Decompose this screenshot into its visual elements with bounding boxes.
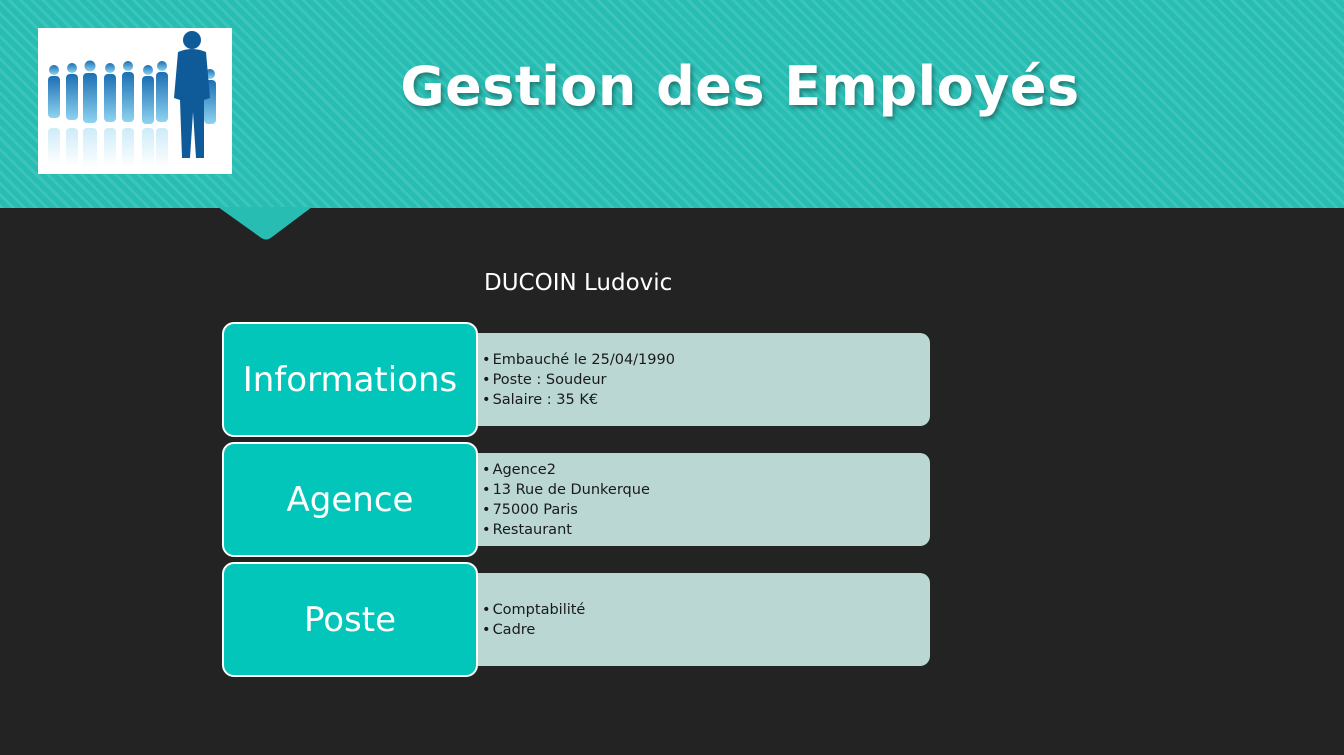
employees-logo [38,28,232,174]
informations-label-box: Informations [222,322,478,437]
poste-list: Comptabilité Cadre [482,600,930,640]
agence-list: Agence2 13 Rue de Dunkerque 75000 Paris … [482,460,930,540]
header-pointer [218,207,312,240]
informations-details-panel: Embauché le 25/04/1990 Poste : Soudeur S… [440,333,930,426]
list-item: Poste : Soudeur [482,370,930,390]
agence-details-panel: Agence2 13 Rue de Dunkerque 75000 Paris … [440,453,930,546]
poste-details-panel: Comptabilité Cadre [440,573,930,666]
list-item: 13 Rue de Dunkerque [482,480,930,500]
list-item: Agence2 [482,460,930,480]
slide-title: Gestion des Employés [400,55,1080,118]
informations-list: Embauché le 25/04/1990 Poste : Soudeur S… [482,350,930,410]
agence-label-box: Agence [222,442,478,557]
list-item: Cadre [482,620,930,640]
list-item: Salaire : 35 K€ [482,390,930,410]
employee-name: DUCOIN Ludovic [484,270,673,296]
list-item: Restaurant [482,520,930,540]
poste-label-box: Poste [222,562,478,677]
list-item: Embauché le 25/04/1990 [482,350,930,370]
list-item: 75000 Paris [482,500,930,520]
employees-silhouette-icon [38,28,232,174]
list-item: Comptabilité [482,600,930,620]
